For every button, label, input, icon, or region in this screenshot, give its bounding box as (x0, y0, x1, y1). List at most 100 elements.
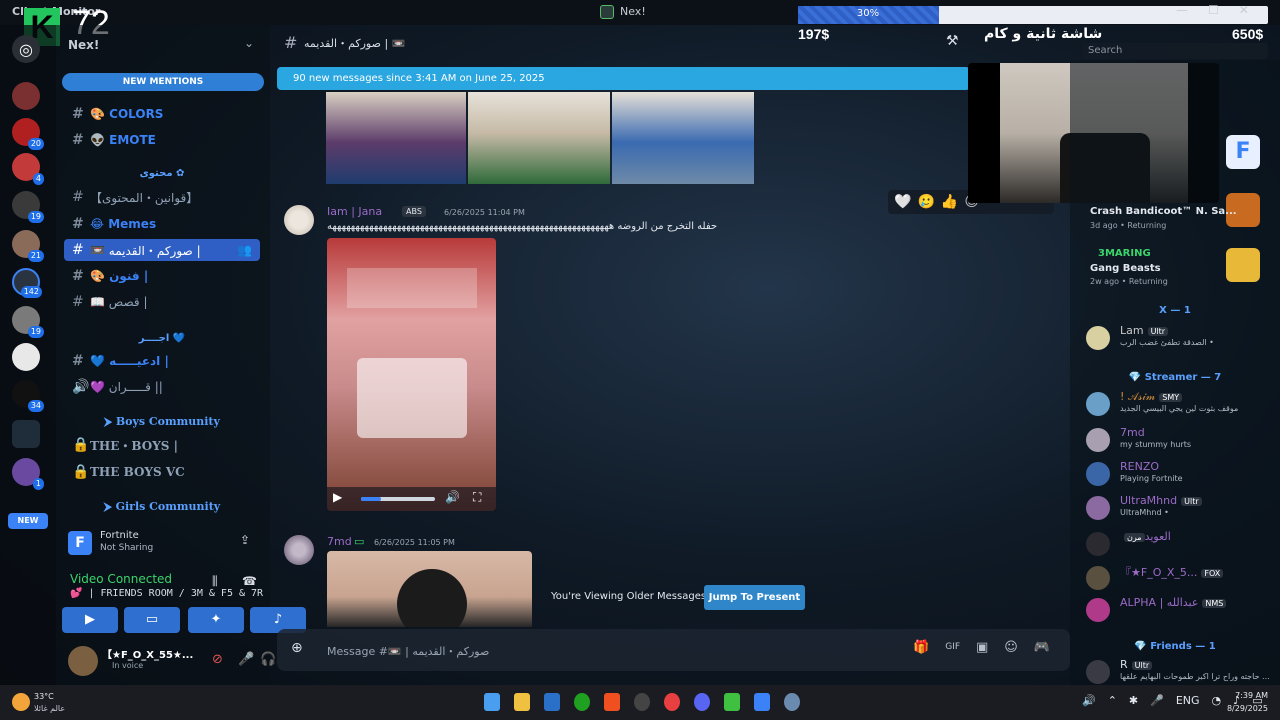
brave-icon[interactable] (604, 693, 620, 711)
photo-attachment[interactable] (326, 92, 466, 184)
channel-rules[interactable]: # 【قوانين・المحتوى】 (64, 186, 260, 208)
message-author[interactable]: Iam | Jana (327, 205, 382, 218)
volume-icon[interactable]: 🔊 (1082, 694, 1096, 707)
member-item[interactable]: 7md my stummy hurts (1086, 426, 1276, 456)
play-icon[interactable]: ▶ (333, 490, 342, 504)
channel-the-boys[interactable]: 🔒 THE・BOYS | (64, 434, 260, 456)
clock-time[interactable]: 7:39 AM (1224, 691, 1268, 700)
xbox-icon[interactable] (574, 693, 590, 711)
category-header[interactable]: ⮞ Boys Community (64, 415, 260, 429)
new-mentions-pill[interactable]: NEW MENTIONS (62, 73, 264, 91)
headphones-icon[interactable]: 🎧 (260, 652, 276, 667)
heart-reaction[interactable]: 🤍 (894, 194, 911, 210)
media-player-icon[interactable] (724, 693, 740, 711)
start-icon[interactable] (484, 693, 500, 711)
member-item[interactable]: R Ultr حاجته وراح ترا اكبر طموحات البهايم… (1086, 658, 1276, 688)
channel-emote[interactable]: # 👽 EMOTE (64, 129, 260, 151)
photo-attachment[interactable] (468, 92, 610, 184)
video-seek-bar[interactable] (361, 497, 435, 501)
server-icon[interactable]: 142 (12, 268, 42, 298)
tear-smile-reaction[interactable]: 🥲 (917, 194, 934, 210)
server-icon[interactable]: 21 (12, 230, 44, 262)
category-header[interactable]: محتوى ✿ (64, 168, 260, 179)
channel-stories[interactable]: # 📖 قصص | (64, 291, 260, 313)
server-name[interactable]: Nex! (68, 38, 99, 52)
message-author[interactable]: 7md (327, 535, 352, 548)
discord-icon[interactable] (694, 693, 710, 711)
threads-icon[interactable]: ⚒ (946, 33, 959, 49)
channel-art[interactable]: # 🎨 فنون | (64, 265, 260, 287)
server-icon[interactable]: 1 (12, 458, 44, 490)
member-item[interactable]: RENZO Playing Fortnite (1086, 460, 1276, 490)
chrome-icon[interactable] (664, 693, 680, 711)
gif-icon[interactable]: GIF (945, 640, 960, 655)
obs-icon[interactable] (634, 693, 650, 711)
store-icon[interactable] (544, 693, 560, 711)
photo-attachment[interactable] (327, 551, 532, 627)
member-item[interactable]: ! 𝒜𝓈𝒾𝓂 SMY موقف بثوت لين يجي البيسي الجدي… (1086, 390, 1276, 420)
language-indicator[interactable]: ENG (1176, 694, 1200, 707)
thumbs-up-reaction[interactable]: 👍 (941, 194, 958, 210)
network-icon[interactable]: ◔ (1212, 694, 1222, 707)
member-item[interactable]: Lam Ultr الصدقة تطفئ غضب الرب • (1086, 324, 1276, 354)
photo-attachment[interactable] (612, 92, 754, 184)
fortnite-icon[interactable] (754, 693, 770, 711)
gift-icon[interactable]: 🎁 (913, 640, 929, 655)
chevron-up-icon[interactable]: ⌃ (1108, 694, 1117, 707)
avatar[interactable] (68, 646, 98, 676)
file-explorer-icon[interactable] (514, 693, 530, 711)
message-input[interactable]: Message #📼 | صوركم・القديمه (327, 643, 489, 659)
category-header[interactable]: اجــــر 💙 (64, 333, 260, 344)
disconnect-icon[interactable]: ☎ (242, 574, 257, 588)
chevron-down-icon[interactable]: ⌄ (244, 36, 254, 50)
channel-colors[interactable]: # 🎨 COLORS (64, 103, 260, 125)
folder-icon[interactable] (12, 420, 40, 448)
server-icon[interactable]: 34 (12, 380, 44, 412)
screen-share-button[interactable]: ▭ (124, 607, 180, 633)
avatar[interactable] (284, 205, 314, 235)
bluetooth-icon[interactable]: ✱ (1129, 694, 1138, 707)
share-screen-icon[interactable]: ⇪ (240, 533, 250, 547)
member-item[interactable]: UltraMhnd Ultr UltraMhnd • (1086, 494, 1276, 524)
plus-icon[interactable]: ⊕ (291, 640, 303, 656)
clock-date[interactable]: 8/29/2025 (1224, 704, 1268, 713)
channel-prayers[interactable]: # 💙 ادعيـــــه | (64, 350, 260, 372)
channel-memes[interactable]: # 😂 Memes (64, 213, 260, 235)
server-icon[interactable]: 20 (12, 118, 44, 150)
close-button[interactable]: ✕ (1239, 3, 1249, 17)
add-member-icon[interactable]: 👥 (237, 243, 252, 257)
maximize-button[interactable]: ☐ (1208, 3, 1219, 17)
voice-room-name[interactable]: 💕 | FRIENDS ROOM / 3M & F5 & 7R (70, 588, 263, 599)
avatar[interactable] (284, 535, 314, 565)
apps-icon[interactable]: 🎮 (1034, 640, 1050, 655)
voice-channel-quran[interactable]: 🔊 💜 قـــــران || (64, 376, 260, 398)
voice-channel-the-boys[interactable]: 🔒 THE BOYS VC (64, 461, 260, 483)
mic-icon[interactable]: 🎤 (1150, 694, 1164, 707)
sound-meter-icon[interactable]: ⫼ (212, 574, 218, 589)
new-servers-pill[interactable]: NEW (8, 513, 48, 529)
jump-to-present-button[interactable]: Jump To Present (704, 585, 805, 610)
member-item[interactable]: ALPHA | عبدالله NMS (1086, 596, 1276, 626)
weather-icon[interactable] (12, 693, 30, 711)
game-title[interactable]: Crash Bandicoot™ N. Sa... (1090, 206, 1237, 217)
server-icon[interactable]: 19 (12, 306, 44, 338)
server-icon[interactable] (12, 343, 40, 371)
user-name[interactable]: 【★F_O_X_55★... (102, 646, 193, 661)
search-input[interactable]: Search (1082, 43, 1268, 59)
fullscreen-icon[interactable]: ⛶ (473, 490, 481, 505)
app-icon[interactable] (784, 693, 800, 711)
server-icon[interactable]: 19 (12, 191, 44, 223)
microphone-icon[interactable]: 🎤 (238, 652, 254, 667)
new-messages-banner[interactable]: 90 new messages since 3:41 AM on June 25… (277, 67, 970, 90)
video-attachment[interactable] (327, 238, 496, 511)
camera-button[interactable]: ▶ (62, 607, 118, 633)
member-item[interactable]: 『★F_O_X_5... FOX (1086, 564, 1276, 594)
category-header[interactable]: ⮞ Girls Community (64, 500, 260, 514)
emoji-icon[interactable]: ☺ (1004, 640, 1018, 655)
volume-icon[interactable]: 🔊 (445, 490, 460, 504)
sticker-icon[interactable]: ▣ (976, 640, 988, 655)
camera-off-icon[interactable]: ⊘ (212, 652, 223, 667)
activities-button[interactable]: ✦ (188, 607, 244, 633)
server-icon[interactable] (12, 82, 40, 110)
minimize-button[interactable]: — (1176, 3, 1188, 17)
